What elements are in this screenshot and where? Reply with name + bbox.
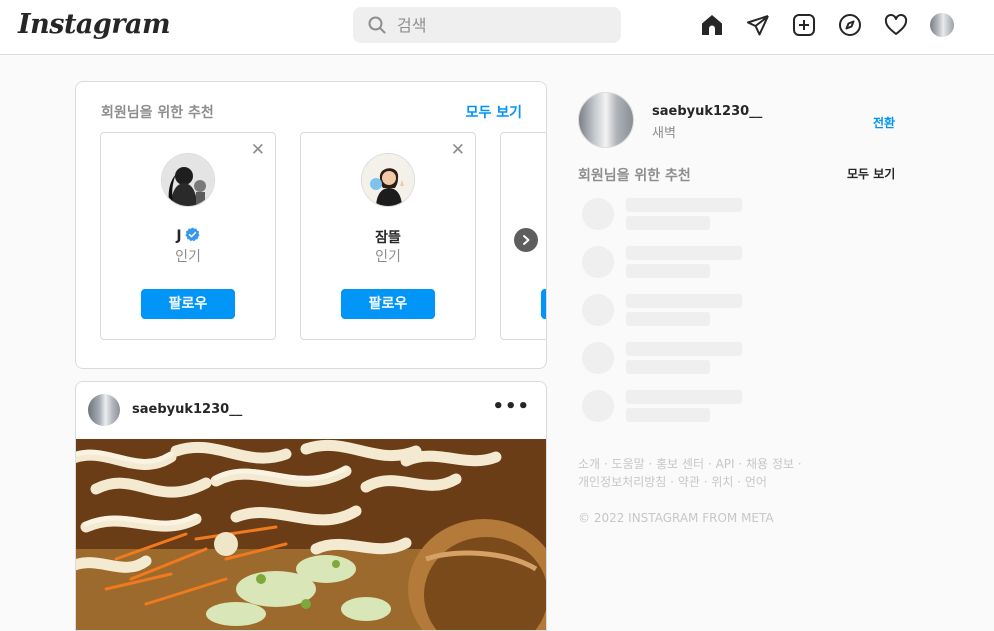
- post-author-username[interactable]: saebyuk1230__: [132, 402, 242, 417]
- suggestion-subtitle: 인기: [175, 249, 201, 265]
- profile-avatar[interactable]: [930, 13, 954, 37]
- footer-link-locations[interactable]: 위치: [711, 475, 733, 489]
- dismiss-suggestion-icon[interactable]: ✕: [251, 141, 265, 159]
- loading-skeleton-line: [626, 408, 710, 422]
- search-icon: [368, 16, 386, 34]
- loading-skeleton-avatar: [582, 342, 614, 374]
- loading-skeleton-line: [626, 246, 742, 260]
- loading-skeleton-avatar: [582, 390, 614, 422]
- top-navigation-bar: Instagram: [0, 0, 994, 55]
- footer-link-jobs[interactable]: 채용 정보: [746, 457, 794, 471]
- loading-skeleton-line: [626, 342, 742, 356]
- current-username[interactable]: saebyuk1230__: [652, 104, 762, 119]
- chevron-right-icon: [523, 235, 530, 245]
- loading-skeleton-avatar: [582, 246, 614, 278]
- search-box[interactable]: [353, 7, 621, 43]
- dismiss-suggestion-icon[interactable]: ✕: [451, 141, 465, 159]
- loading-skeleton-line: [626, 360, 710, 374]
- sidebar-see-all-link[interactable]: 모두 보기: [847, 165, 895, 182]
- feed-post: saebyuk1230__ •••: [75, 381, 547, 631]
- switch-account-link[interactable]: 전환: [873, 114, 895, 131]
- suggestion-name[interactable]: 잠뜰: [301, 227, 475, 247]
- verified-badge-icon: [185, 227, 200, 242]
- explore-icon[interactable]: [838, 13, 862, 37]
- copyright-text: © 2022 INSTAGRAM FROM META: [578, 511, 774, 525]
- follow-button[interactable]: 팔로우: [341, 289, 435, 319]
- current-user-fullname: 새벽: [652, 126, 676, 141]
- loading-skeleton-line: [626, 198, 742, 212]
- post-image[interactable]: [76, 439, 546, 630]
- new-post-icon[interactable]: [792, 13, 816, 37]
- footer-link-privacy[interactable]: 개인정보처리방침: [578, 475, 666, 489]
- loading-skeleton-line: [626, 390, 742, 404]
- suggestions-carousel: 회원님을 위한 추천 모두 보기 ✕ J 인기 팔로우 ✕ 잠뜰 인기 팔로우: [75, 81, 547, 369]
- search-input[interactable]: [397, 7, 607, 43]
- follow-button[interactable]: [541, 289, 546, 319]
- suggestion-card: ✕ J 인기 팔로우: [100, 132, 276, 340]
- post-author-avatar[interactable]: [88, 394, 120, 426]
- loading-skeleton-line: [626, 312, 710, 326]
- footer-link-language[interactable]: 언어: [745, 475, 767, 489]
- home-icon[interactable]: [700, 13, 724, 37]
- see-all-link[interactable]: 모두 보기: [466, 102, 522, 122]
- follow-button[interactable]: 팔로우: [141, 289, 235, 319]
- more-options-icon[interactable]: •••: [492, 396, 530, 417]
- suggestion-name[interactable]: J: [101, 227, 275, 244]
- footer-link-help[interactable]: 도움말: [612, 457, 645, 471]
- loading-skeleton-line: [626, 216, 710, 230]
- suggestion-subtitle: 인기: [375, 249, 401, 265]
- suggestion-card: ✕ 잠뜰 인기 팔로우: [300, 132, 476, 340]
- loading-skeleton-avatar: [582, 294, 614, 326]
- suggestions-title: 회원님을 위한 추천: [101, 105, 214, 121]
- activity-heart-icon[interactable]: [884, 13, 908, 37]
- loading-skeleton-line: [626, 294, 742, 308]
- footer-links: 소개 · 도움말 · 홍보 센터 · API · 채용 정보 · 개인정보처리방…: [578, 457, 802, 489]
- instagram-logo[interactable]: Instagram: [18, 9, 171, 40]
- suggestion-avatar[interactable]: [361, 153, 415, 207]
- sidebar-suggestions-title: 회원님을 위한 추천: [578, 168, 691, 184]
- footer-link-terms[interactable]: 약관: [678, 475, 700, 489]
- footer-link-about[interactable]: 소개: [578, 457, 600, 471]
- direct-message-icon[interactable]: [746, 13, 770, 37]
- footer-link-press[interactable]: 홍보 센터: [656, 457, 704, 471]
- suggestion-avatar[interactable]: [161, 153, 215, 207]
- footer-link-api[interactable]: API: [716, 457, 735, 471]
- next-arrow-button[interactable]: [514, 228, 538, 252]
- loading-skeleton-line: [626, 264, 710, 278]
- loading-skeleton-avatar: [582, 198, 614, 230]
- current-user-avatar[interactable]: [578, 92, 634, 148]
